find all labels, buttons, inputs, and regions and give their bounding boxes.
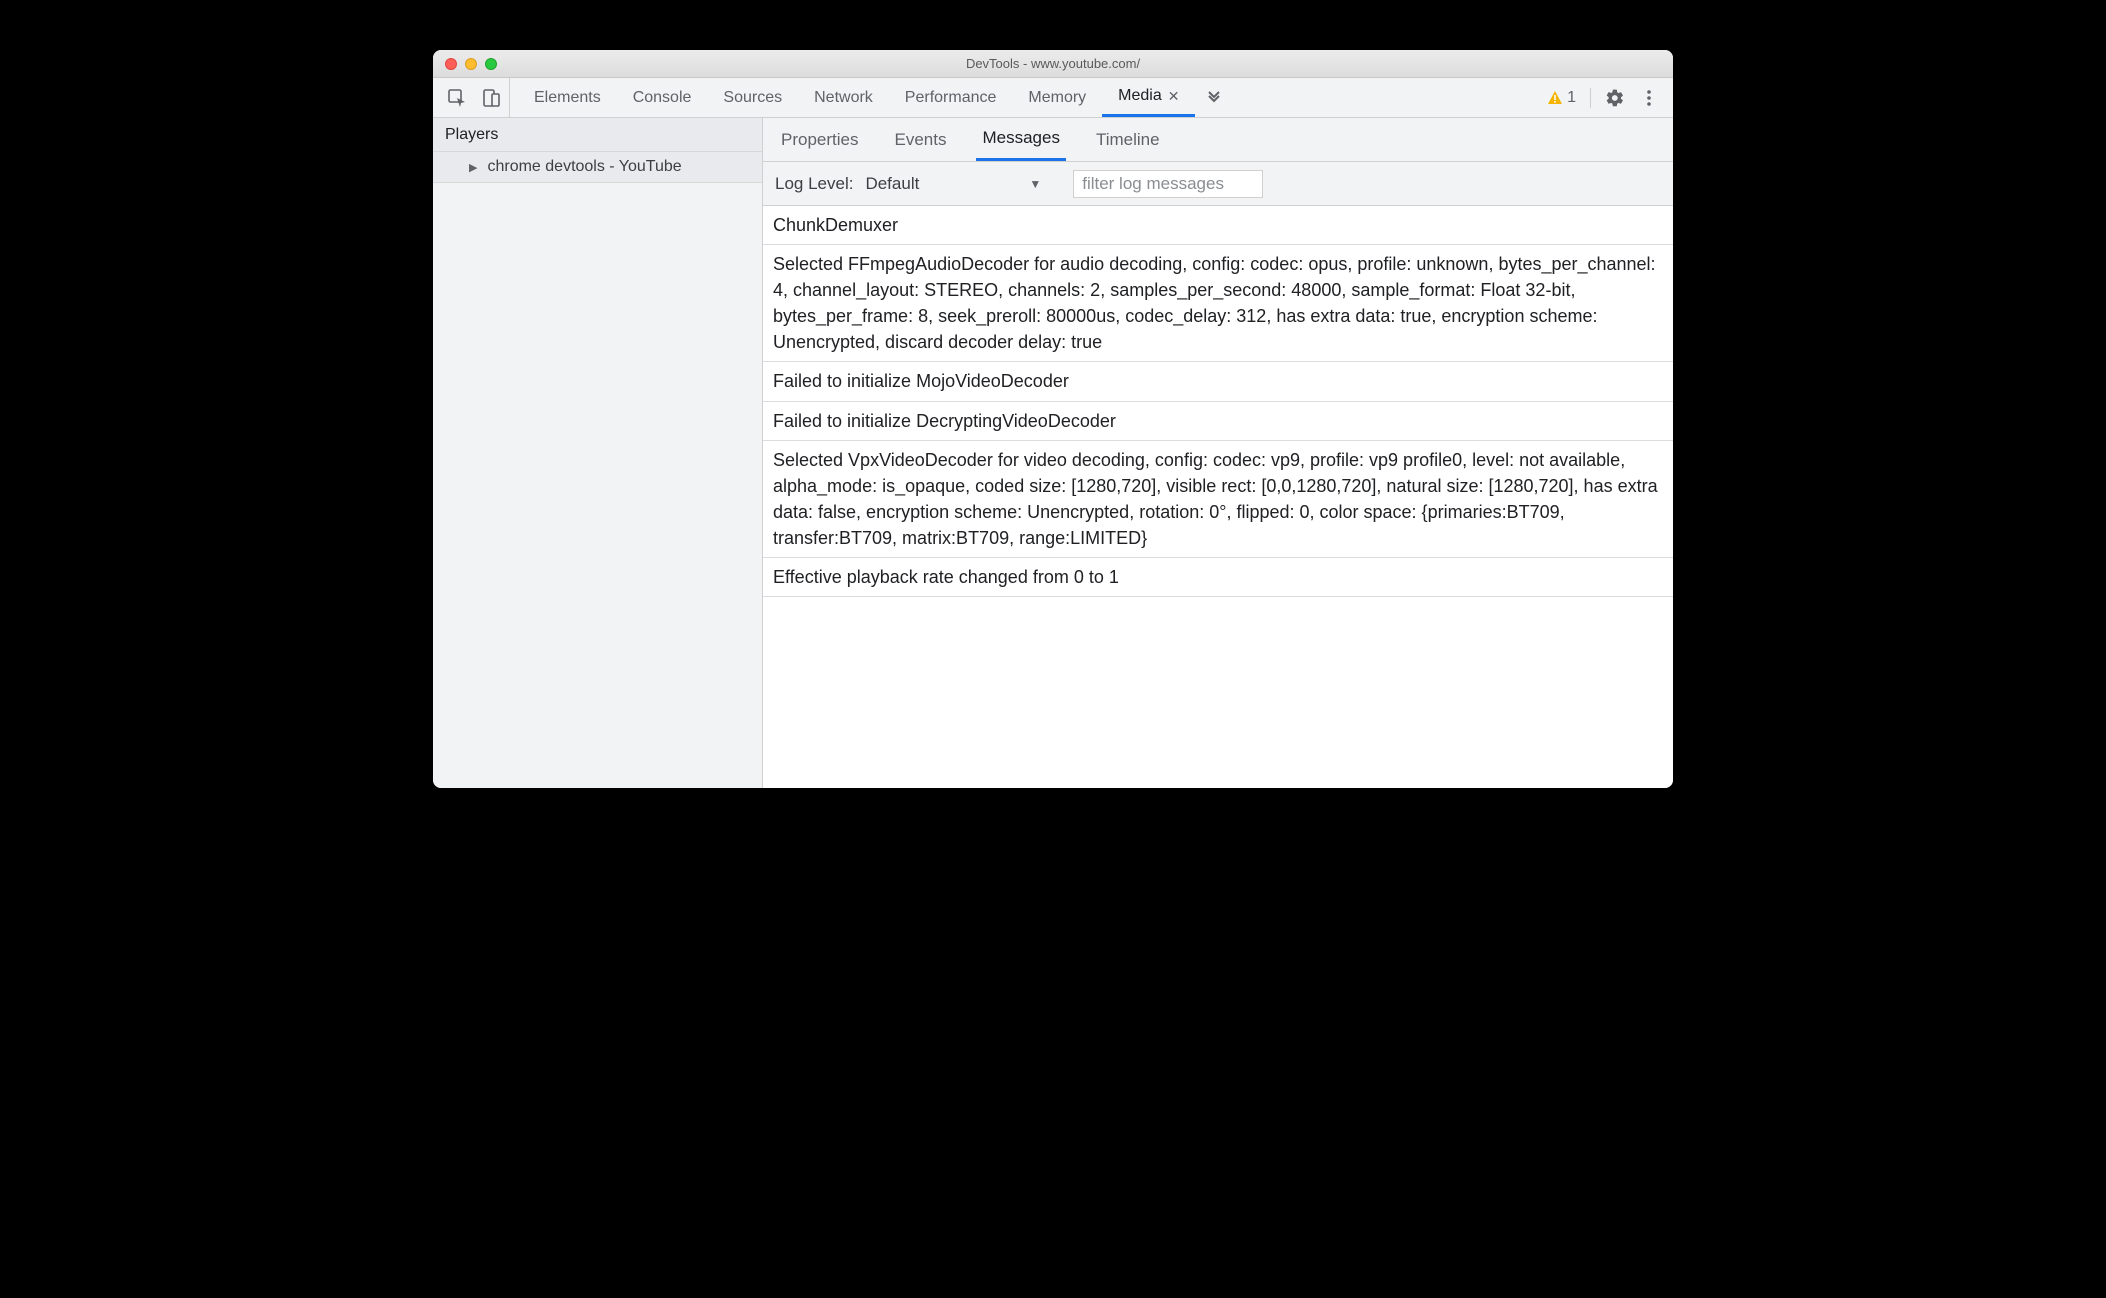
warning-count: 1 [1567, 89, 1576, 107]
device-toolbar-icon[interactable] [481, 88, 501, 108]
subtab-messages[interactable]: Messages [976, 118, 1065, 161]
disclosure-triangle-icon[interactable]: ▶ [469, 161, 477, 174]
tab-label: Sources [723, 89, 782, 107]
media-panel: Properties Events Messages Timeline Log … [763, 118, 1673, 788]
subtab-label: Messages [982, 128, 1059, 148]
player-label: chrome devtools - YouTube [487, 158, 681, 176]
log-message[interactable]: Selected FFmpegAudioDecoder for audio de… [763, 245, 1673, 362]
subtab-label: Timeline [1096, 130, 1160, 150]
players-header: Players [433, 118, 762, 152]
titlebar: DevTools - www.youtube.com/ [433, 50, 1673, 78]
inspect-element-icon[interactable] [447, 88, 467, 108]
tab-elements[interactable]: Elements [518, 78, 617, 117]
log-level-label: Log Level: [775, 174, 853, 194]
tab-label: Network [814, 89, 873, 107]
more-tabs-icon[interactable] [1195, 89, 1233, 107]
settings-icon[interactable] [1605, 88, 1625, 108]
warnings-indicator[interactable]: 1 [1547, 89, 1576, 107]
messages-list: ChunkDemuxer Selected FFmpegAudioDecoder… [763, 206, 1673, 788]
players-panel: Players ▶ chrome devtools - YouTube [433, 118, 763, 788]
subtab-label: Events [894, 130, 946, 150]
log-message[interactable]: Selected VpxVideoDecoder for video decod… [763, 441, 1673, 558]
zoom-window-button[interactable] [485, 58, 497, 70]
tab-label: Media [1118, 87, 1162, 105]
content-split: Players ▶ chrome devtools - YouTube Prop… [433, 118, 1673, 788]
log-level-value: Default [865, 174, 919, 194]
close-window-button[interactable] [445, 58, 457, 70]
kebab-menu-icon[interactable] [1639, 88, 1659, 108]
minimize-window-button[interactable] [465, 58, 477, 70]
devtools-window: DevTools - www.youtube.com/ Elements Con… [433, 50, 1673, 788]
messages-filter-bar: Log Level: Default ▼ [763, 162, 1673, 206]
subtab-label: Properties [781, 130, 858, 150]
devtools-toolbar: Elements Console Sources Network Perform… [433, 78, 1673, 118]
tab-memory[interactable]: Memory [1012, 78, 1102, 117]
tab-media[interactable]: Media ✕ [1102, 78, 1195, 117]
tab-network[interactable]: Network [798, 78, 889, 117]
dropdown-caret-icon: ▼ [1029, 177, 1041, 191]
log-message[interactable]: Failed to initialize DecryptingVideoDeco… [763, 402, 1673, 441]
log-message[interactable]: Failed to initialize MojoVideoDecoder [763, 362, 1673, 401]
tab-label: Elements [534, 89, 601, 107]
subtab-properties[interactable]: Properties [775, 118, 864, 161]
tab-sources[interactable]: Sources [707, 78, 798, 117]
subtab-events[interactable]: Events [888, 118, 952, 161]
traffic-lights [433, 58, 497, 70]
subtab-timeline[interactable]: Timeline [1090, 118, 1166, 161]
panel-tabs: Elements Console Sources Network Perform… [518, 78, 1539, 117]
log-message[interactable]: Effective playback rate changed from 0 t… [763, 558, 1673, 597]
player-item[interactable]: ▶ chrome devtools - YouTube [433, 152, 762, 183]
tab-label: Memory [1028, 89, 1086, 107]
log-level-select[interactable]: Default ▼ [865, 174, 1041, 194]
log-message[interactable]: ChunkDemuxer [763, 206, 1673, 245]
window-title: DevTools - www.youtube.com/ [433, 56, 1673, 71]
media-subtabs: Properties Events Messages Timeline [763, 118, 1673, 162]
divider [1590, 88, 1591, 108]
tab-performance[interactable]: Performance [889, 78, 1013, 117]
close-tab-icon[interactable]: ✕ [1168, 88, 1180, 105]
tab-console[interactable]: Console [617, 78, 708, 117]
tab-label: Performance [905, 89, 997, 107]
filter-log-input[interactable] [1073, 170, 1263, 198]
tab-label: Console [633, 89, 692, 107]
